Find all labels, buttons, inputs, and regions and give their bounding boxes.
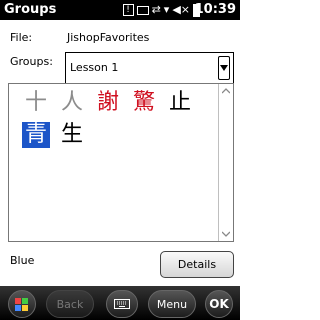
- ok-button[interactable]: OK: [205, 290, 233, 318]
- kanji-item-selected[interactable]: 青: [22, 122, 50, 148]
- soft-key-bar: Back Menu OK: [0, 286, 240, 320]
- scroll-up-icon[interactable]: [222, 88, 230, 94]
- groups-dropdown[interactable]: Lesson 1: [65, 52, 234, 85]
- kanji-item[interactable]: 生: [58, 122, 86, 148]
- vertical-scrollbar[interactable]: [218, 84, 233, 241]
- scroll-down-icon[interactable]: [222, 231, 230, 237]
- menu-button[interactable]: Menu: [148, 290, 196, 318]
- file-label: File:: [10, 31, 33, 44]
- kanji-item[interactable]: 人: [58, 90, 86, 116]
- chevron-down-icon: [220, 65, 228, 71]
- notification-icon[interactable]: !: [122, 4, 134, 16]
- title-bar: Groups ! ⇄ ▾ ◀× 10:39: [0, 0, 240, 20]
- windows-logo-icon: [15, 297, 28, 311]
- groups-label: Groups:: [10, 55, 53, 68]
- kanji-item[interactable]: 謝: [94, 90, 122, 116]
- keyboard-icon[interactable]: [106, 290, 138, 318]
- kanji-item[interactable]: 十: [22, 90, 50, 116]
- volume-muted-icon[interactable]: ◀×: [172, 3, 190, 17]
- dropdown-button[interactable]: [218, 56, 230, 80]
- file-value: JishopFavorites: [67, 31, 150, 44]
- details-button[interactable]: Details: [160, 251, 234, 278]
- groups-selected-value: Lesson 1: [70, 61, 119, 74]
- status-icons: ! ⇄ ▾ ◀×: [122, 3, 200, 17]
- kanji-item[interactable]: 止: [166, 90, 194, 116]
- kanji-list[interactable]: 十 人 謝 驚 止 青 生: [8, 83, 234, 242]
- window-title: Groups: [4, 2, 57, 17]
- windows-start-icon[interactable]: [8, 290, 36, 318]
- keyboard-glyph-icon: [114, 299, 130, 309]
- clock[interactable]: 10:39: [195, 2, 236, 17]
- back-button[interactable]: Back: [46, 290, 94, 318]
- message-icon[interactable]: [136, 5, 149, 15]
- signal-icon[interactable]: ▾: [164, 3, 170, 17]
- kanji-item[interactable]: 驚: [130, 90, 158, 116]
- sync-icon[interactable]: ⇄: [152, 3, 161, 17]
- color-name-label: Blue: [10, 254, 35, 267]
